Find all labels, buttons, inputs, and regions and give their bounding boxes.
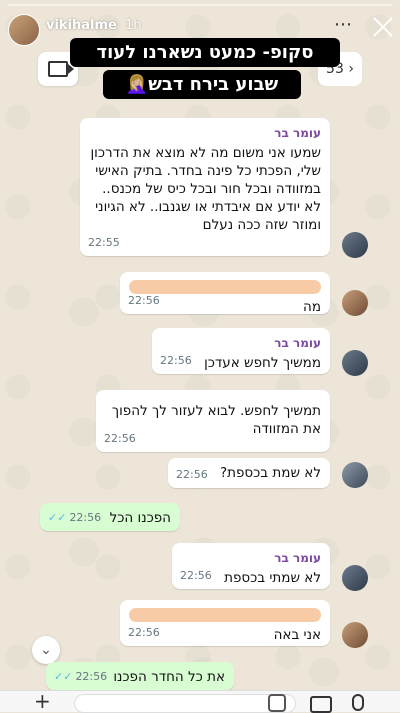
message-bubble-sent[interactable]: את כל החדר הפכנו ✓✓ 22:56 <box>46 662 234 690</box>
mic-icon[interactable] <box>352 694 364 711</box>
message-time: ✓✓ 22:56 <box>48 511 102 524</box>
message-time: ✓✓ 22:56 <box>54 670 108 683</box>
message-bubble-sent[interactable]: הפכנו הכל ✓✓ 22:56 <box>40 503 180 531</box>
sender-avatar[interactable] <box>342 232 368 258</box>
story-avatar[interactable] <box>8 14 40 46</box>
story-time: 1h <box>125 18 142 33</box>
redacted-text <box>129 608 321 622</box>
message-bubble[interactable]: עומר בר שמעו אני משום מה לא מוצא את הדרכ… <box>80 118 330 256</box>
story-text-line-1: סקופ- כמעט נשארנו לעוד <box>70 38 340 67</box>
close-icon[interactable] <box>370 14 396 40</box>
message-text: תמשיך לחפש. לבוא לעזור לך להפוך את המזוו… <box>107 403 321 437</box>
sender-avatar[interactable] <box>342 290 368 316</box>
sticker-icon[interactable] <box>268 694 286 712</box>
sender-avatar[interactable] <box>342 565 368 591</box>
message-time: 22:56 <box>104 432 136 445</box>
message-bubble[interactable]: לא שמת בכספת? 22:56 <box>168 458 330 488</box>
read-ticks-icon: ✓✓ <box>48 511 67 524</box>
sender-avatar[interactable] <box>342 462 368 488</box>
message-bubble[interactable]: אני באה 22:56 <box>120 600 330 646</box>
sender-name: עומר בר <box>274 126 321 140</box>
story-text-line-2: שבוע בירח דבש🤦🏼‍♀️ <box>103 70 301 99</box>
message-bubble[interactable]: עומר בר לא שמתי בכספת 22:56 <box>172 543 330 589</box>
camera-icon[interactable] <box>310 696 332 713</box>
message-time: 22:56 <box>128 626 160 639</box>
message-time: 22:55 <box>88 236 120 249</box>
message-text: שמעו אני משום מה לא מוצא את הדרכון שלי, … <box>86 145 322 233</box>
story-progress-bar <box>8 4 392 6</box>
message-bubble[interactable]: מה 22:56 <box>120 272 330 315</box>
chevron-down-icon[interactable]: ⌄ <box>32 636 60 664</box>
read-ticks-icon: ✓✓ <box>54 670 73 683</box>
sender-avatar[interactable] <box>342 622 368 648</box>
message-time: 22:56 <box>176 468 208 481</box>
sender-name: עומר בר <box>274 336 321 350</box>
story-username[interactable]: vikihalme <box>46 18 117 33</box>
message-bubble[interactable]: תמשיך לחפש. לבוא לעזור לך להפוך את המזוו… <box>96 390 330 452</box>
message-input[interactable] <box>74 694 296 713</box>
message-time: 22:56 <box>180 569 212 582</box>
message-time: 22:56 <box>160 354 192 367</box>
message-bubble[interactable]: עומר בר ממשיך לחפש אעדכן 22:56 <box>152 328 330 374</box>
sender-name: עומר בר <box>274 551 321 565</box>
more-icon[interactable]: ⋯ <box>334 14 352 35</box>
message-time: 22:56 <box>128 294 160 307</box>
sender-avatar[interactable] <box>342 350 368 376</box>
plus-icon[interactable]: + <box>34 691 51 711</box>
